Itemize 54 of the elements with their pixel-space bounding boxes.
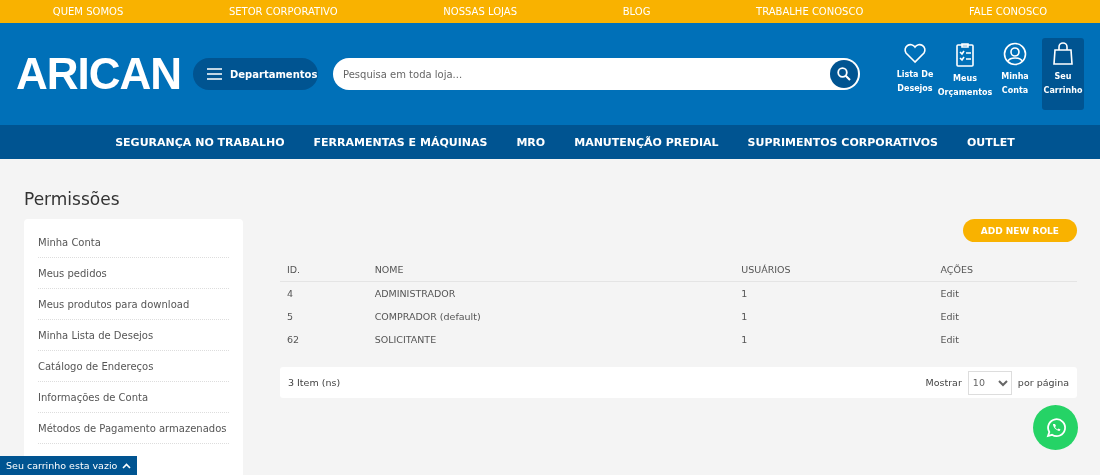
- header-action[interactable]: Lista De Desejos: [892, 38, 938, 110]
- table-cell-text: 1: [740, 310, 749, 324]
- sidebar-item[interactable]: Métodos de Pagamento armazenados: [38, 413, 229, 444]
- table-cell: 4: [280, 281, 368, 305]
- per-page-select[interactable]: 10: [967, 370, 1012, 395]
- search-field[interactable]: Pesquisa em toda loja...: [333, 58, 860, 90]
- column-header: ID.: [280, 258, 368, 282]
- show-label: Mostrar: [925, 377, 962, 388]
- table-cell-text: COMPRADOR (default): [373, 310, 482, 324]
- chevron-up-icon: [122, 462, 132, 469]
- category-link[interactable]: OUTLET: [967, 135, 1015, 149]
- sidebar-item[interactable]: Meus pedidos: [38, 258, 229, 289]
- header-action[interactable]: Seu Carrinho: [1042, 38, 1084, 110]
- per-page-label: por página: [1017, 377, 1069, 388]
- sidebar-item[interactable]: Informações de Conta: [38, 382, 229, 413]
- sidebar-item[interactable]: Catálogo de Endereços: [38, 351, 229, 382]
- search-button[interactable]: [830, 60, 858, 88]
- clipboard-icon: [955, 42, 975, 68]
- action-label: Seu Carrinho: [1043, 71, 1083, 97]
- column-header: NOME: [367, 258, 735, 282]
- search-icon: [837, 67, 851, 81]
- column-header: AÇÕES: [933, 258, 1077, 282]
- action-label: Minha Conta: [1001, 71, 1029, 97]
- sidebar-item[interactable]: Minha Lista de Desejos: [38, 320, 229, 351]
- column-header: USUÁRIOS: [734, 258, 934, 282]
- action-label: Lista De Desejos: [896, 69, 934, 95]
- cart-status-text: Seu carrinho esta vazio: [6, 460, 118, 471]
- user-icon: [1003, 42, 1027, 66]
- table-cell: ADMINISTRADOR: [367, 281, 735, 305]
- heart-icon: [903, 42, 927, 64]
- edit-link[interactable]: Edit: [933, 281, 1077, 305]
- sidebar-item[interactable]: Minha Conta: [38, 227, 229, 258]
- category-link[interactable]: SUPRIMENTOS CORPORATIVOS: [747, 135, 938, 149]
- page-title: Permissões: [24, 189, 121, 209]
- edit-link[interactable]: Edit: [933, 328, 1077, 351]
- table-cell: 1: [734, 281, 934, 305]
- action-label: Meus Orçamentos: [937, 73, 993, 99]
- table-cell-text: 1: [740, 333, 749, 347]
- menu-icon: [207, 68, 222, 80]
- item-count: 3 Item (ns): [288, 377, 341, 388]
- edit-link[interactable]: Edit: [933, 305, 1077, 328]
- departments-button[interactable]: Departamentos: [193, 58, 318, 90]
- header-action[interactable]: Minha Conta: [992, 38, 1038, 110]
- table-cell-text: SOLICITANTE: [373, 333, 438, 347]
- logo: ARICAN: [16, 49, 183, 99]
- table-cell-text: 62: [286, 333, 301, 347]
- cart-status-bar[interactable]: Seu carrinho esta vazio: [0, 456, 138, 475]
- category-link[interactable]: MANUTENÇÃO PREDIAL: [574, 135, 719, 149]
- shopping-bag-icon: [1052, 42, 1074, 66]
- table-cell-text: 5: [286, 310, 295, 324]
- category-link[interactable]: FERRAMENTAS E MÁQUINAS: [313, 135, 488, 149]
- category-link[interactable]: MRO: [516, 135, 546, 149]
- sidebar-item[interactable]: Meus produtos para download: [38, 289, 229, 320]
- category-link[interactable]: SEGURANÇA NO TRABALHO: [115, 135, 285, 149]
